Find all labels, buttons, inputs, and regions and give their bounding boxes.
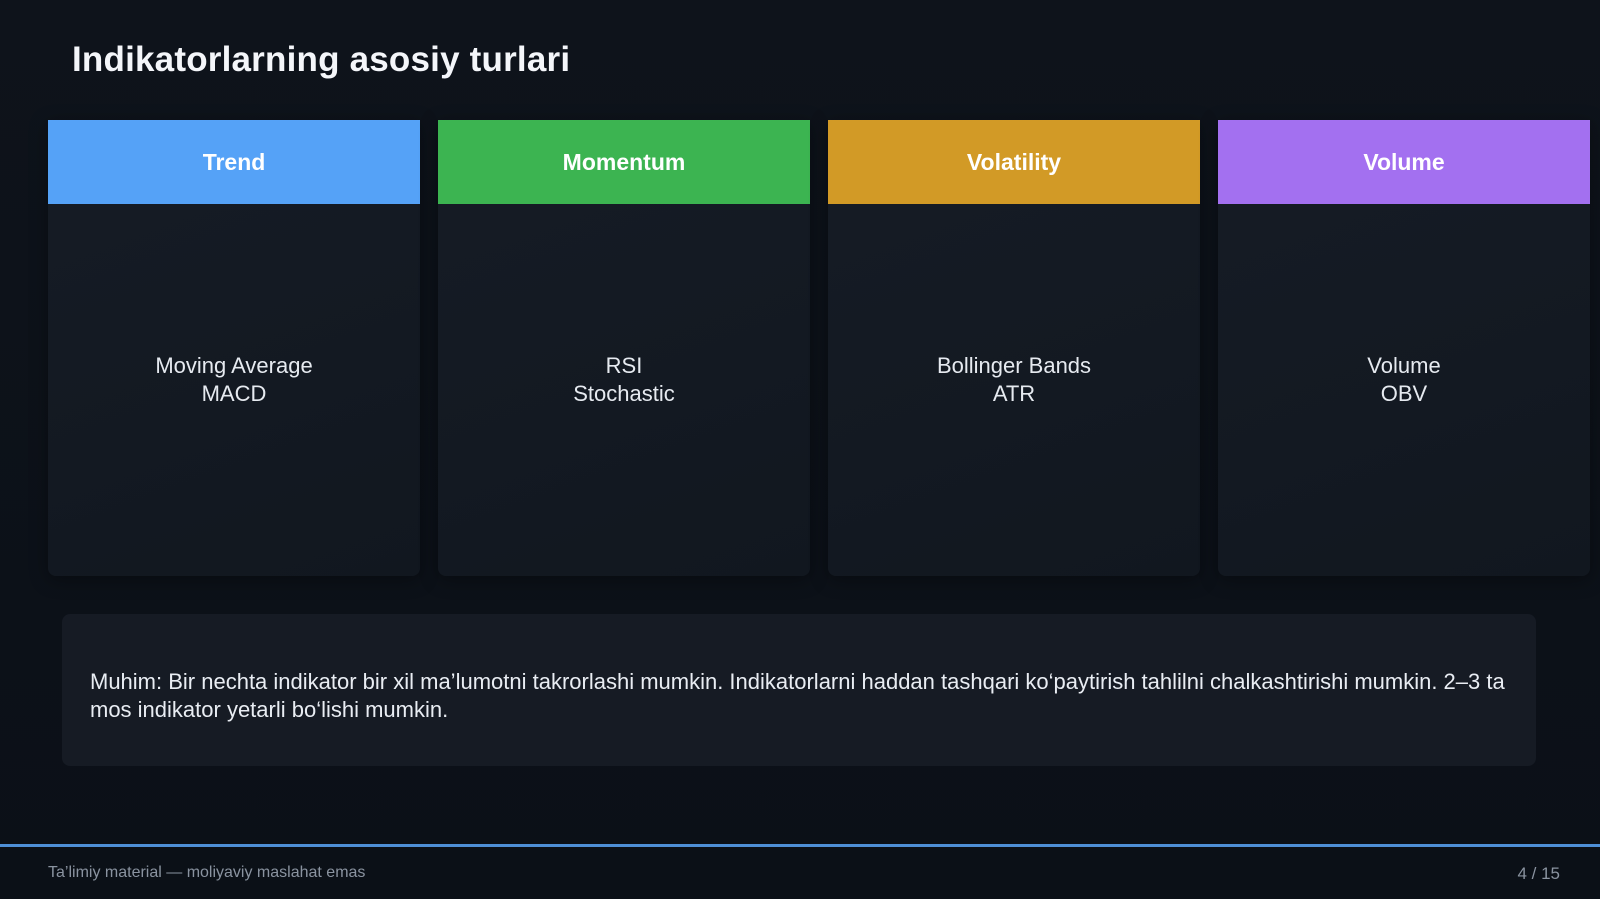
card-item: OBV <box>1380 381 1428 406</box>
note-box: Muhim: Bir nechta indikator bir xil ma’l… <box>62 614 1536 766</box>
card-volume: Volume Volume OBV <box>1218 120 1590 576</box>
card-item: Bollinger Bands <box>936 353 1092 378</box>
indicator-cards: Trend Moving Average MACD Momentum RSI S… <box>48 120 1590 576</box>
card-body: Bollinger Bands ATR <box>828 204 1200 576</box>
card-momentum: Momentum RSI Stochastic <box>438 120 810 576</box>
page-number: 4 / 15 <box>1517 864 1560 883</box>
card-item: ATR <box>992 381 1036 406</box>
card-trend: Trend Moving Average MACD <box>48 120 420 576</box>
card-volatility: Volatility Bollinger Bands ATR <box>828 120 1200 576</box>
card-item: RSI <box>605 353 643 378</box>
card-body: RSI Stochastic <box>438 204 810 576</box>
card-header: Volatility <box>828 120 1200 204</box>
slide-title: Indikatorlarning asosiy turlari <box>72 40 571 79</box>
card-body: Moving Average MACD <box>48 204 420 576</box>
card-item: Volume <box>1367 353 1441 378</box>
card-body: Volume OBV <box>1218 204 1590 576</box>
footer-divider <box>0 844 1600 847</box>
card-item: MACD <box>201 381 267 406</box>
card-header: Trend <box>48 120 420 204</box>
card-item: Stochastic <box>573 381 675 406</box>
footer-disclaimer: Ta’limiy material — moliyaviy maslahat e… <box>48 864 366 881</box>
card-header: Momentum <box>438 120 810 204</box>
card-item: Moving Average <box>155 353 313 378</box>
slide: Indikatorlarning asosiy turlari Trend Mo… <box>0 0 1600 899</box>
note-text: Muhim: Bir nechta indikator bir xil ma’l… <box>90 669 1505 722</box>
card-header: Volume <box>1218 120 1590 204</box>
